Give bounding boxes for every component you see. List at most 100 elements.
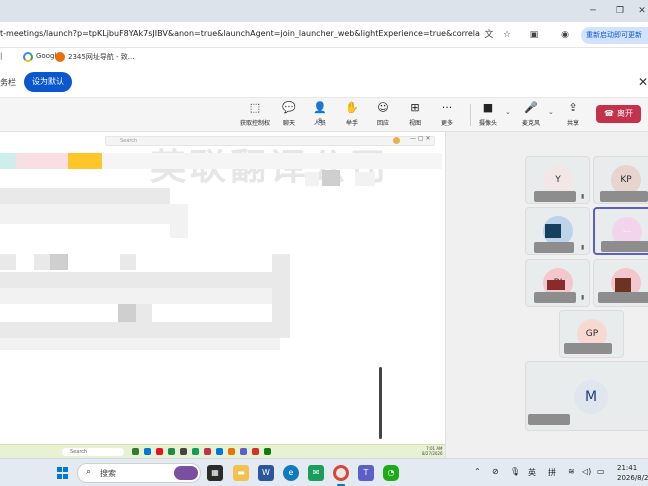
shared-screen[interactable]: Search — ▢ ✕ 英联翻译公司 Search bbox=[0, 132, 446, 458]
address-bar-row: t-meetings/launch?p=tpKLjbuF8YAk7sJIBV&a… bbox=[0, 22, 648, 48]
mic-options-chevron-icon[interactable]: ⌄ bbox=[548, 108, 554, 116]
app-icon bbox=[240, 448, 247, 455]
microphone-icon[interactable]: 🎙 bbox=[510, 467, 520, 476]
smile-icon: ☺ bbox=[377, 101, 389, 114]
participant-name bbox=[528, 414, 570, 425]
chrome-icon[interactable] bbox=[333, 465, 349, 481]
camera-options-chevron-icon[interactable]: ⌄ bbox=[505, 108, 511, 116]
close-icon[interactable]: ✕ bbox=[638, 75, 648, 89]
camera-button[interactable]: ■ 摄像头 bbox=[471, 101, 505, 127]
url-field[interactable]: t-meetings/launch?p=tpKLjbuF8YAk7sJIBV&a… bbox=[0, 29, 480, 38]
restore-icon[interactable]: ❐ bbox=[612, 3, 628, 19]
view-button[interactable]: ⊞ 视图 bbox=[398, 101, 432, 127]
participant-tile[interactable]: ▮ bbox=[525, 207, 590, 255]
color-block bbox=[102, 153, 442, 169]
star-icon[interactable]: ☆ bbox=[500, 28, 514, 42]
participant-tile-active[interactable]: ... bbox=[593, 207, 648, 255]
wifi-icon[interactable]: ≋ bbox=[568, 467, 575, 476]
teams-icon[interactable]: T bbox=[358, 465, 374, 481]
network-off-icon[interactable]: ⊘ bbox=[492, 467, 499, 476]
restart-update-button[interactable]: 重新启动即可更新 bbox=[581, 27, 648, 44]
react-button[interactable]: ☺ 回应 bbox=[366, 101, 400, 127]
participant-tile[interactable]: GP bbox=[559, 310, 624, 358]
color-block bbox=[16, 153, 68, 169]
meeting-stage: Search — ▢ ✕ 英联翻译公司 Search bbox=[0, 132, 648, 458]
app-icon bbox=[228, 448, 235, 455]
minimize-icon[interactable]: ─ bbox=[585, 3, 601, 19]
word-icon[interactable]: W bbox=[258, 465, 274, 481]
people-button[interactable]: 👤8 人员 bbox=[303, 101, 337, 127]
media-icon[interactable]: ▣ bbox=[527, 28, 541, 42]
chevron-up-icon[interactable]: ⌃ bbox=[474, 467, 481, 476]
mic-label: 麦克风 bbox=[521, 120, 540, 127]
mic-off-icon: ▮ bbox=[581, 193, 585, 200]
google-icon bbox=[23, 52, 33, 62]
more-icon: ··· bbox=[441, 101, 453, 114]
people-label: 人员 bbox=[313, 120, 326, 127]
ime-language[interactable]: 英 bbox=[528, 467, 536, 478]
chat-button[interactable]: 💬 聊天 bbox=[272, 101, 306, 127]
shared-taskbar-search: Search bbox=[62, 448, 124, 456]
participant-name bbox=[534, 191, 576, 202]
pixelated-block bbox=[136, 304, 152, 322]
participant-name bbox=[564, 343, 612, 354]
windows-taskbar: ⌕ 搜索 ▦ ▬ W e ✉ T ◔ ⌃ ⊘ 🎙 英 拼 ≋ ◁) ▭ 21:4… bbox=[0, 458, 648, 486]
pixelated-block bbox=[34, 254, 50, 270]
app-icon bbox=[192, 448, 199, 455]
app-icon bbox=[216, 448, 223, 455]
app-icon bbox=[168, 448, 175, 455]
pixelated-block bbox=[0, 254, 16, 270]
translate-icon[interactable]: 文 bbox=[482, 28, 496, 42]
search-highlight-icon bbox=[174, 466, 198, 480]
pointer-icon: ⬚ bbox=[249, 101, 261, 114]
leave-label: 离开 bbox=[616, 109, 633, 118]
shared-clock-date: 8/27/2026 bbox=[422, 451, 443, 456]
participant-tile[interactable] bbox=[593, 259, 648, 307]
participant-tile[interactable]: BJ ▮ bbox=[525, 259, 590, 307]
app-icon bbox=[180, 448, 187, 455]
app-icon bbox=[264, 448, 271, 455]
shared-window-controls-icon: — ▢ ✕ bbox=[410, 135, 431, 142]
mail-icon[interactable]: ✉ bbox=[308, 465, 324, 481]
participant-photo bbox=[615, 278, 631, 292]
participant-name bbox=[598, 292, 648, 303]
volume-icon[interactable]: ◁) bbox=[582, 467, 591, 476]
infobar-text: 务栏 bbox=[0, 78, 16, 87]
raise-hand-button[interactable]: ✋ 举手 bbox=[335, 101, 369, 127]
close-window-icon[interactable]: ✕ bbox=[634, 3, 648, 19]
participant-photo bbox=[547, 280, 565, 290]
leave-button[interactable]: ☎ 离开 bbox=[596, 105, 641, 123]
nav-2345-icon bbox=[55, 52, 65, 62]
bookmark-2345[interactable]: 2345网址导航 - 致... bbox=[68, 52, 134, 62]
grid-icon: ⊞ bbox=[410, 101, 420, 114]
file-explorer-icon[interactable]: ▬ bbox=[233, 465, 249, 481]
battery-icon[interactable]: ▭ bbox=[597, 467, 605, 476]
pixelated-block bbox=[272, 254, 290, 338]
camera-off-icon: ■ bbox=[482, 101, 494, 114]
taskbar-search[interactable]: ⌕ 搜索 bbox=[77, 463, 201, 483]
participant-tile[interactable]: M bbox=[525, 361, 648, 431]
profile-icon[interactable]: ◉ bbox=[558, 28, 572, 42]
wechat-icon[interactable]: ◔ bbox=[383, 465, 399, 481]
more-button[interactable]: ··· 更多 bbox=[430, 101, 464, 127]
participant-tile[interactable]: KP bbox=[593, 156, 648, 204]
shared-scrollbar[interactable] bbox=[379, 367, 382, 439]
edge-icon[interactable]: e bbox=[283, 465, 299, 481]
share-label: 共享 bbox=[566, 120, 579, 127]
shared-taskbar: Search 7:01 AM 8/27/2026 bbox=[0, 444, 445, 458]
participant-name bbox=[601, 241, 648, 252]
share-button[interactable]: ⇪ 共享 bbox=[556, 101, 590, 127]
set-default-button[interactable]: 设为默认 bbox=[24, 72, 72, 92]
take-control-button[interactable]: ⬚ 获取控制权 bbox=[238, 101, 272, 127]
taskview-icon[interactable]: ▦ bbox=[207, 465, 223, 481]
taskbar-clock[interactable]: 21:41 2026/8/27 bbox=[617, 463, 648, 483]
take-control-label: 获取控制权 bbox=[239, 120, 270, 127]
ime-mode[interactable]: 拼 bbox=[548, 467, 556, 478]
windows-start-icon[interactable] bbox=[57, 467, 69, 479]
mic-icon: 🎤 bbox=[524, 101, 538, 114]
taskbar-search-placeholder: 搜索 bbox=[100, 469, 116, 478]
pixelated-block bbox=[0, 322, 272, 338]
mic-button[interactable]: 🎤 麦克风 bbox=[514, 101, 548, 127]
participant-tile[interactable]: Y ▮ bbox=[525, 156, 590, 204]
chat-label: 聊天 bbox=[282, 120, 295, 127]
